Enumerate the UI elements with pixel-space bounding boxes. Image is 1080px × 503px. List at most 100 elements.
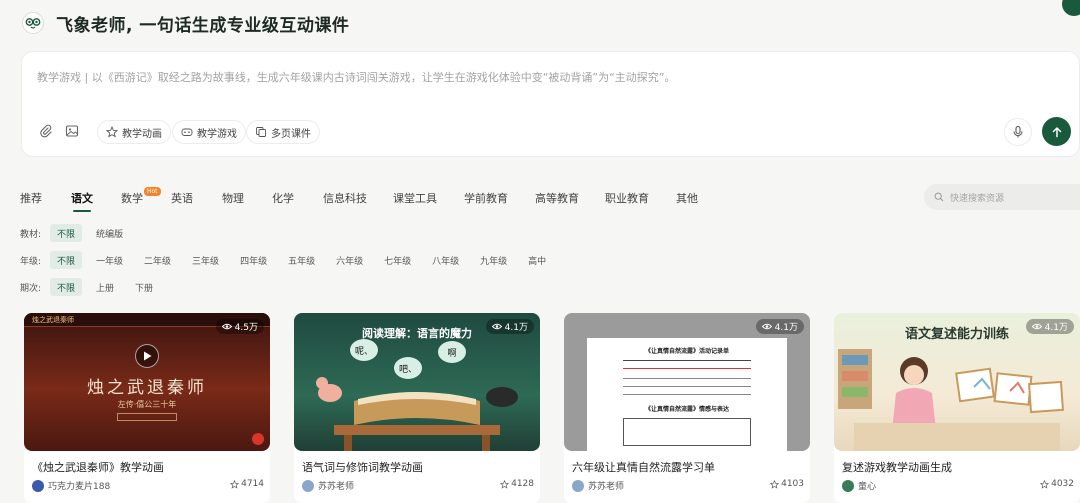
thumbnail-header-text: 烛之武退秦师	[32, 316, 74, 324]
microphone-icon	[1013, 125, 1023, 138]
filter-option[interactable]: 不限	[50, 224, 83, 242]
view-count: 4.1万	[1025, 319, 1074, 334]
microphone-button[interactable]	[1004, 118, 1032, 146]
eye-icon	[491, 323, 502, 330]
play-icon[interactable]	[135, 344, 159, 368]
star-count: 4032	[1051, 479, 1074, 489]
attachment-icon[interactable]	[37, 122, 55, 140]
worksheet-line	[623, 386, 751, 387]
star-count: 4128	[511, 479, 534, 489]
filter-option[interactable]: 六年级	[329, 251, 370, 269]
filter-option[interactable]: 统编版	[89, 224, 130, 242]
filter-option[interactable]: 七年级	[377, 251, 418, 269]
filter-option[interactable]: 上册	[89, 278, 121, 296]
tab-physics[interactable]: 物理	[222, 190, 244, 206]
gamepad-icon	[181, 128, 193, 136]
worksheet-line	[623, 394, 751, 395]
filter-option[interactable]: 一年级	[89, 251, 130, 269]
chip-label: 教学游戏	[197, 128, 237, 140]
thumbnail-start-button	[117, 413, 177, 421]
pages-icon	[256, 127, 266, 137]
worksheet-title: 《让真情自然流露》活动记录单	[644, 348, 729, 355]
tab-info-tech[interactable]: 信息科技	[323, 190, 367, 206]
resource-card[interactable]: 语文复述能力训练 4.1万 复述游戏教学动画生成 童心 4032	[834, 313, 1080, 503]
edit-badge-icon	[252, 433, 264, 445]
view-count-text: 4.1万	[774, 323, 798, 333]
resource-card[interactable]: 阅读理解：语言的魔力 呢、 吧、 啊 4.1万 语气词与修饰词教学动画 苏苏老师…	[294, 313, 540, 503]
worksheet-line	[623, 360, 751, 362]
card-author[interactable]: 童心	[842, 479, 876, 492]
star-count: 4714	[241, 479, 264, 489]
filter-option[interactable]: 二年级	[137, 251, 178, 269]
filter-option[interactable]: 三年级	[185, 251, 226, 269]
tab-math[interactable]: 数学	[121, 190, 143, 206]
thumbnail-subtitle: 左传·僖公三十年	[117, 400, 177, 409]
send-button[interactable]	[1042, 117, 1071, 146]
filter-textbook: 教材: 不限 统编版	[20, 224, 137, 242]
filter-option[interactable]: 下册	[128, 278, 160, 296]
chip-multi-page-courseware[interactable]: 多页课件	[246, 120, 320, 144]
chip-label: 多页课件	[271, 128, 311, 140]
card-title[interactable]: 六年级让真情自然流露学习单	[572, 459, 715, 475]
author-name: 童心	[858, 482, 877, 492]
logo-icon	[22, 12, 44, 34]
card-stars[interactable]: 4103	[770, 479, 804, 489]
card-title[interactable]: 语气词与修饰词教学动画	[302, 459, 423, 475]
hot-badge: Hot	[144, 187, 161, 196]
avatar	[302, 479, 314, 492]
thumbnail-title: 烛之武退秦师	[87, 378, 207, 398]
chip-label: 教学动画	[122, 128, 162, 140]
prompt-input[interactable]: 教学游戏 | 以《西游记》取经之路为故事线，生成六年级课内古诗词闯关游戏，让学生…	[37, 69, 676, 85]
star-icon	[500, 479, 510, 489]
prompt-composer: 教学游戏 | 以《西游记》取经之路为故事线，生成六年级课内古诗词闯关游戏，让学生…	[21, 51, 1080, 157]
card-author[interactable]: 巧克力麦片188	[32, 479, 110, 492]
tab-classroom-tools[interactable]: 课堂工具	[393, 190, 437, 206]
view-count-text: 4.1万	[1044, 323, 1068, 333]
filter-option[interactable]: 不限	[50, 278, 83, 296]
view-count: 4.1万	[755, 319, 804, 334]
card-title[interactable]: 复述游戏教学动画生成	[842, 459, 952, 475]
card-stars[interactable]: 4714	[230, 479, 264, 489]
card-title[interactable]: 《烛之武退秦师》教学动画	[32, 459, 164, 475]
filter-option[interactable]: 不限	[50, 251, 83, 269]
filter-option[interactable]: 高中	[521, 251, 553, 269]
chip-teaching-game[interactable]: 教学游戏	[172, 120, 246, 144]
tab-chinese[interactable]: 语文	[71, 190, 93, 212]
resource-card[interactable]: 《让真情自然流露》活动记录单 《让真情自然流露》情感与表达 4.1万 六年级让真…	[564, 313, 810, 503]
worksheet-line	[623, 378, 751, 379]
search-icon	[934, 192, 944, 202]
chip-teaching-animation[interactable]: 教学动画	[97, 120, 171, 144]
author-name: 苏苏老师	[318, 482, 355, 492]
star-count: 4103	[781, 479, 804, 489]
resource-search-input[interactable]: 快速搜索资源	[924, 184, 1080, 210]
tab-other[interactable]: 其他	[676, 190, 698, 206]
star-icon	[106, 126, 118, 138]
tab-vocational[interactable]: 职业教育	[605, 190, 649, 206]
tab-preschool[interactable]: 学前教育	[464, 190, 508, 206]
tab-chemistry[interactable]: 化学	[272, 190, 294, 206]
avatar	[842, 479, 854, 492]
user-avatar[interactable]	[1062, 0, 1080, 16]
view-count-text: 4.1万	[504, 323, 528, 333]
filter-option[interactable]: 五年级	[281, 251, 322, 269]
card-stars[interactable]: 4032	[1040, 479, 1074, 489]
eye-icon	[221, 323, 232, 330]
tab-english[interactable]: 英语	[171, 190, 193, 206]
filter-option[interactable]: 九年级	[473, 251, 514, 269]
tab-recommend[interactable]: 推荐	[20, 190, 42, 206]
tab-higher-education[interactable]: 高等教育	[535, 190, 579, 206]
filter-option[interactable]: 八年级	[425, 251, 466, 269]
card-author[interactable]: 苏苏老师	[572, 479, 624, 492]
app-header: 飞象老师, 一句话生成专业级互动课件	[22, 10, 349, 36]
arrow-up-icon	[1052, 126, 1061, 137]
star-icon	[770, 479, 780, 489]
avatar	[32, 479, 44, 492]
resource-card[interactable]: 烛之武退秦师 烛之武退秦师 左传·僖公三十年 4.5万 《烛之武退秦师》教学动画…	[24, 313, 270, 503]
card-thumbnail: 阅读理解：语言的魔力 呢、 吧、 啊 4.1万	[294, 313, 540, 451]
filter-label: 年级:	[20, 256, 42, 267]
image-upload-icon[interactable]	[63, 122, 81, 140]
avatar	[572, 479, 584, 492]
card-stars[interactable]: 4128	[500, 479, 534, 489]
filter-option[interactable]: 四年级	[233, 251, 274, 269]
card-author[interactable]: 苏苏老师	[302, 479, 354, 492]
